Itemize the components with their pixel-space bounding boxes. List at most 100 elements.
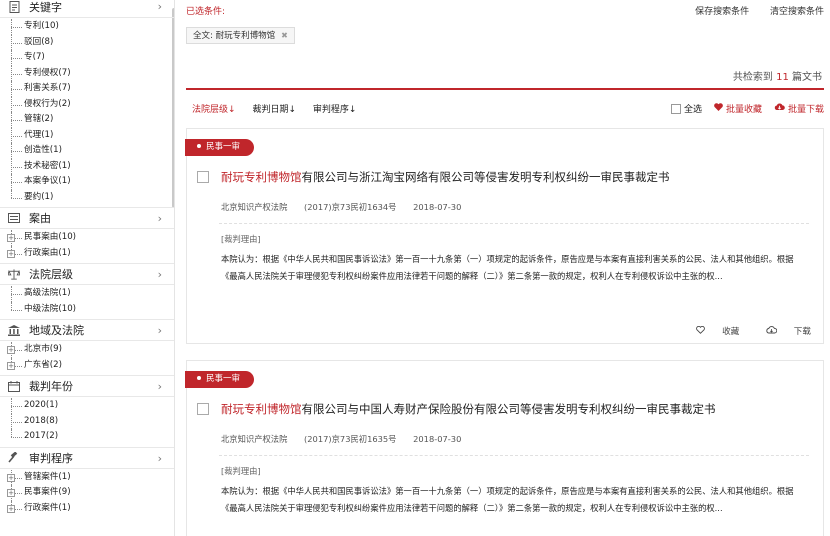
close-icon[interactable]: ✖: [281, 31, 288, 40]
filter-item[interactable]: + 民事案由(10): [0, 230, 174, 246]
filter-tree-keyword: 专利(10) 驳回(8) 专(7) 专利侵权(7) 利害关系(7) 侵权行为(2…: [0, 18, 174, 207]
sort-label: 裁判日期: [252, 105, 289, 115]
filter-item-label: 广东省(2): [24, 359, 62, 370]
expand-icon[interactable]: +: [7, 234, 15, 242]
bulk-actions: 全选 批量收藏 批量下载: [670, 102, 824, 115]
filter-item[interactable]: 利害关系(7): [0, 81, 174, 97]
expand-icon[interactable]: +: [7, 249, 15, 258]
download-button[interactable]: 下载: [754, 326, 811, 337]
filter-item[interactable]: + 广东省(2): [0, 357, 174, 374]
result-checkbox[interactable]: [197, 403, 209, 415]
filter-item-label: 民事案件(9): [24, 487, 71, 497]
download-label: 下载: [793, 327, 811, 337]
badge-label: 民事一审: [206, 374, 241, 384]
filter-item-label: 行政案由(1): [24, 247, 71, 258]
filter-item[interactable]: 高级法院(1): [0, 286, 174, 302]
select-all-checkbox[interactable]: 全选: [670, 102, 702, 115]
expand-icon[interactable]: +: [7, 361, 15, 370]
case-number: (2017)京73民初1635号: [304, 434, 397, 444]
condition-chip-label: 全文: 耐玩专利博物馆: [193, 31, 276, 41]
case-type-badge: 民事一审: [185, 139, 255, 156]
result-title-link[interactable]: 耐玩专利博物馆有限公司与浙江淘宝网络有限公司等侵害发明专利权纠纷一审民事裁定书: [221, 169, 670, 185]
filter-item[interactable]: 侵权行为(2): [0, 96, 174, 113]
reason-tag: [裁判理由]: [221, 234, 261, 244]
chevron-right-icon: ›: [157, 451, 162, 465]
filter-item[interactable]: 专(7): [0, 50, 174, 66]
filter-item[interactable]: 2018(8): [0, 413, 174, 430]
filter-item[interactable]: 代理(1): [0, 127, 174, 144]
sort-bar: 法院层级↓ 裁判日期↓ 审判程序↓ 全选 批量收藏 批量下载: [192, 102, 824, 116]
bulk-download-button[interactable]: 批量下载: [774, 102, 824, 115]
document-icon: [8, 0, 20, 13]
bulk-favorite-button[interactable]: 批量收藏: [714, 102, 762, 115]
save-search-button[interactable]: 保存搜索条件: [695, 7, 749, 17]
scales-icon: [8, 268, 20, 280]
filter-item-label: 民事案由(10): [24, 232, 77, 242]
result-meta: 北京知识产权法院 (2017)京73民初1635号 2018-07-30: [221, 433, 475, 445]
filter-section-region[interactable]: 地域及法院 ›: [0, 319, 174, 341]
result-meta: 北京知识产权法院 (2017)京73民初1634号 2018-07-30: [221, 201, 475, 213]
filter-item[interactable]: 专利(10): [0, 19, 174, 35]
filter-section-court-level[interactable]: 法院层级 ›: [0, 263, 174, 285]
filter-section-cause[interactable]: 案由 ›: [0, 207, 174, 229]
selected-conditions-label: 已选条件:: [186, 7, 226, 17]
filter-item[interactable]: + 管辖案件(1): [0, 469, 174, 486]
clear-search-button[interactable]: 清空搜索条件: [770, 7, 824, 17]
judgment-date: 2018-07-30: [413, 434, 462, 444]
sort-date[interactable]: 裁判日期↓: [252, 105, 296, 115]
result-excerpt: 本院认为：根据《中华人民共和国民事诉讼法》第一百一十九条第（一）项规定的起诉条件…: [221, 486, 794, 513]
favorite-button[interactable]: 收藏: [684, 325, 740, 337]
divider: [219, 223, 809, 224]
filter-section-procedure[interactable]: 审判程序 ›: [0, 446, 174, 469]
title-rest: 有限公司与中国人寿财产保险股份有限公司等侵害发明专利权纠纷一审民事裁定书: [301, 402, 716, 416]
filter-item[interactable]: + 行政案件(1): [0, 500, 174, 517]
filter-item[interactable]: + 行政案由(1): [0, 245, 174, 262]
filter-item[interactable]: 要约(1): [0, 189, 174, 206]
sort-court-level[interactable]: 法院层级↓: [192, 105, 236, 115]
chevron-right-icon: ›: [157, 380, 162, 393]
filter-section-year[interactable]: 裁判年份 ›: [0, 375, 174, 397]
result-checkbox[interactable]: [197, 171, 209, 183]
filter-item[interactable]: 中级法院(10): [0, 301, 174, 318]
dot-icon: [197, 143, 201, 148]
result-count: 共检索到 11 篇文书: [733, 68, 822, 83]
filter-item[interactable]: 2020(1): [0, 398, 174, 414]
section-title: 地域及法院: [29, 324, 84, 337]
filter-item[interactable]: 管辖(2): [0, 112, 174, 128]
filter-item[interactable]: 专利侵权(7): [0, 65, 174, 82]
filter-item[interactable]: + 北京市(9): [0, 342, 174, 358]
section-title: 裁判年份: [29, 380, 73, 393]
favorite-label: 收藏: [722, 327, 740, 337]
bulk-download-label: 批量下载: [787, 105, 824, 115]
filter-section-keyword[interactable]: 关键字 ›: [0, 0, 174, 18]
gavel-icon: [8, 452, 20, 464]
filter-item[interactable]: 2017(2): [0, 429, 174, 445]
title-highlight: 耐玩专利博物馆: [221, 170, 302, 184]
filter-item[interactable]: 技术秘密(1): [0, 158, 174, 175]
expand-icon[interactable]: +: [7, 504, 15, 513]
expand-icon[interactable]: +: [7, 489, 15, 497]
result-title-link[interactable]: 耐玩专利博物馆有限公司与中国人寿财产保险股份有限公司等侵害发明专利权纠纷一审民事…: [221, 401, 716, 417]
card-actions: 收藏 下载: [672, 325, 811, 337]
filter-item[interactable]: 本案争议(1): [0, 174, 174, 190]
results-main: 已选条件: 保存搜索条件 清空搜索条件 全文: 耐玩专利博物馆 ✖ 共检索到 11…: [184, 0, 824, 536]
expand-icon[interactable]: +: [7, 473, 15, 482]
filter-item[interactable]: 创造性(1): [0, 143, 174, 159]
filter-item[interactable]: + 民事案件(9): [0, 485, 174, 501]
section-title: 法院层级: [29, 268, 73, 281]
divider: [186, 88, 824, 90]
condition-chip: 全文: 耐玩专利博物馆 ✖: [186, 27, 295, 44]
sort-procedure[interactable]: 审判程序↓: [313, 105, 357, 115]
filter-tree-procedure: + 管辖案件(1) + 民事案件(9) + 行政案件(1): [0, 469, 174, 519]
checkbox[interactable]: [670, 103, 681, 114]
cloud-download-icon: [774, 103, 785, 114]
result-count-suffix: 篇文书: [792, 72, 822, 83]
expand-icon[interactable]: +: [7, 346, 15, 354]
court-name: 北京知识产权法院: [221, 202, 288, 212]
filter-tree-cause: + 民事案由(10) + 行政案由(1): [0, 229, 174, 263]
filter-tree-court-level: 高级法院(1) 中级法院(10): [0, 285, 174, 319]
court-icon: [8, 324, 20, 336]
condition-actions: 保存搜索条件 清空搜索条件: [677, 4, 824, 17]
filter-item[interactable]: 驳回(8): [0, 34, 174, 51]
court-name: 北京知识产权法院: [221, 434, 288, 444]
